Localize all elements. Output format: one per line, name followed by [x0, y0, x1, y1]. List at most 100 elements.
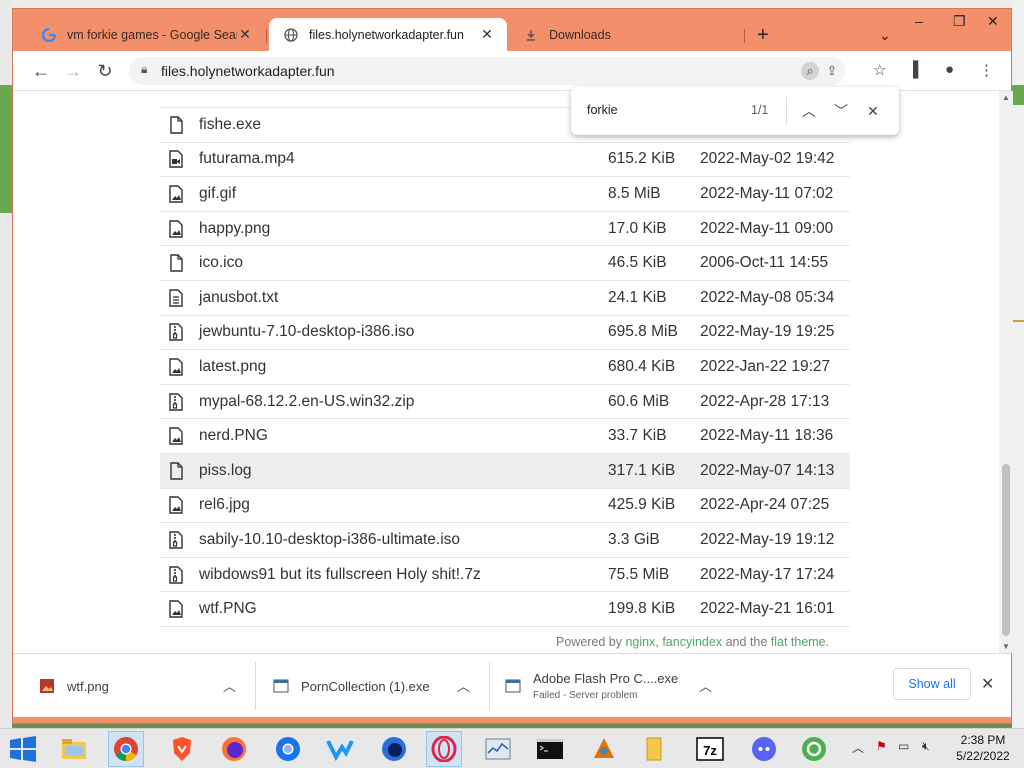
forward-arrow-icon[interactable]: → — [61, 59, 85, 83]
file-name-link[interactable]: fishe.exe — [199, 116, 608, 134]
file-row[interactable]: sabily-10.10-desktop-i386-ultimate.iso 3.… — [160, 523, 850, 558]
file-name-link[interactable]: rel6.jpg — [199, 496, 608, 514]
chevron-up-icon[interactable]: ︿ — [223, 676, 236, 695]
profile-avatar-icon[interactable]: ● — [945, 61, 954, 78]
7zip-icon[interactable]: 7z — [692, 731, 728, 767]
file-name-link[interactable]: wibdows91 but its fullscreen Holy shit!.… — [199, 566, 608, 584]
nginx-link[interactable]: nginx — [625, 635, 655, 649]
tab-google-search[interactable]: vm forkie games - Google Search ✕ — [27, 18, 265, 51]
file-name-link[interactable]: latest.png — [199, 358, 608, 376]
opera-icon[interactable] — [426, 731, 462, 767]
tab-search-chevron-icon[interactable]: ⌄ — [879, 27, 891, 44]
bittorrent-icon[interactable] — [796, 731, 832, 767]
file-name-link[interactable]: mypal-68.12.2.en-US.win32.zip — [199, 393, 608, 411]
network-icon[interactable]: ⚑ — [876, 739, 887, 753]
tab-strip: vm forkie games - Google Search ✕ files.… — [13, 9, 1011, 51]
close-download-shelf-icon[interactable]: ✕ — [981, 674, 994, 694]
share-icon[interactable]: ⇪ — [823, 62, 841, 80]
file-name-link[interactable]: piss.log — [199, 462, 608, 480]
file-name-link[interactable]: sabily-10.10-desktop-i386-ultimate.iso — [199, 531, 608, 549]
chrome-icon[interactable] — [108, 731, 144, 767]
discord-icon[interactable] — [746, 731, 782, 767]
show-all-button[interactable]: Show all — [893, 668, 971, 700]
app-icon[interactable] — [322, 731, 358, 767]
windows-start-icon[interactable] — [8, 735, 38, 763]
close-tab-icon[interactable]: ✕ — [479, 26, 495, 43]
menu-kebab-icon[interactable]: ⋮ — [979, 61, 994, 79]
battery-icon[interactable]: ▭ — [898, 739, 909, 753]
file-size: 317.1 KiB — [608, 461, 676, 479]
volume-muted-icon[interactable]: 🔇︎ — [922, 739, 930, 754]
address-bar[interactable]: 🔒︎ files.holynetworkadapter.fun ⌕ ⇪ — [129, 57, 845, 85]
find-input[interactable]: forkie — [587, 103, 618, 117]
taskbar-clock[interactable]: 2:38 PM 5/22/2022 — [948, 732, 1018, 764]
file-row[interactable]: janusbot.txt 24.1 KiB 2022-May-08 05:34 — [160, 281, 850, 316]
file-row[interactable]: mypal-68.12.2.en-US.win32.zip 60.6 MiB 202… — [160, 385, 850, 420]
file-row[interactable]: gif.gif 8.5 MiB 2022-May-11 07:02 — [160, 177, 850, 212]
file-row[interactable]: wibdows91 but its fullscreen Holy shit!.… — [160, 558, 850, 593]
find-in-page-icon[interactable]: ⌕ — [801, 62, 819, 80]
chevron-up-icon[interactable]: ︿ — [699, 676, 712, 695]
file-name-link[interactable]: jewbuntu-7.10-desktop-i386.iso — [199, 323, 608, 341]
minimize-button[interactable]: – — [915, 13, 923, 29]
firefox-nightly-icon[interactable] — [376, 731, 412, 767]
file-name-link[interactable]: futurama.mp4 — [199, 150, 608, 168]
file-row[interactable]: jewbuntu-7.10-desktop-i386.iso 695.8 MiB 2… — [160, 316, 850, 351]
file-name-link[interactable]: gif.gif — [199, 185, 608, 203]
tab-downloads[interactable]: Downloads — [509, 18, 747, 51]
scroll-up-arrow-icon[interactable]: ▲ — [1002, 93, 1010, 102]
close-tab-icon[interactable]: ✕ — [237, 26, 253, 43]
task-manager-icon[interactable] — [480, 731, 516, 767]
find-previous-chevron-up-icon[interactable]: ︿ — [797, 99, 821, 123]
download-item[interactable]: wtf.png ︿ — [39, 660, 239, 712]
bookmark-star-icon[interactable]: ☆ — [873, 61, 886, 79]
file-date: 2022-May-19 19:12 — [700, 530, 835, 548]
file-row[interactable]: happy.png 17.0 KiB 2022-May-11 09:00 — [160, 212, 850, 247]
file-row[interactable]: nerd.PNG 33.7 KiB 2022-May-11 18:36 — [160, 419, 850, 454]
download-item[interactable]: Adobe Flash Pro C....exe Failed - Server… — [505, 660, 715, 712]
cmd-icon[interactable] — [532, 731, 568, 767]
download-item[interactable]: PornCollection (1).exe ︿ — [273, 660, 473, 712]
scroll-down-arrow-icon[interactable]: ▼ — [1002, 642, 1010, 651]
file-row[interactable]: latest.png 680.4 KiB 2022-Jan-22 19:27 — [160, 350, 850, 385]
file-name-link[interactable]: wtf.PNG — [199, 600, 608, 618]
footer-text: and the — [722, 635, 771, 649]
brave-icon[interactable] — [164, 731, 200, 767]
file-row[interactable]: futurama.mp4 615.2 KiB 2022-May-02 19:42 — [160, 143, 850, 178]
chevron-up-icon[interactable]: ︿ — [457, 676, 470, 695]
file-row[interactable]: wtf.PNG 199.8 KiB 2022-May-21 16:01 — [160, 592, 850, 627]
chromium-icon[interactable] — [270, 731, 306, 767]
file-row[interactable]: rel6.jpg 425.9 KiB 2022-Apr-24 07:25 — [160, 489, 850, 524]
new-tab-button[interactable]: + — [757, 25, 769, 45]
file-size: 46.5 KiB — [608, 254, 667, 272]
page-scrollbar[interactable]: ▲ ▼ — [999, 91, 1013, 653]
flat-theme-link[interactable]: flat theme — [771, 635, 826, 649]
archive-file-icon — [167, 531, 185, 549]
file-name-link[interactable]: nerd.PNG — [199, 427, 608, 445]
file-date: 2022-May-11 09:00 — [700, 219, 834, 237]
restore-button[interactable]: ❐ — [953, 13, 966, 30]
scrollbar-thumb[interactable] — [1002, 464, 1010, 636]
java-icon[interactable] — [586, 731, 622, 767]
folder-icon[interactable] — [636, 731, 672, 767]
close-window-button[interactable]: ✕ — [987, 13, 999, 30]
reload-icon[interactable]: ↻ — [93, 59, 117, 83]
taskbar: 7z ︿ ⚑ ▭ 🔇︎ 2:38 PM 5/22/2022 — [0, 728, 1024, 768]
find-close-icon[interactable]: ✕ — [861, 99, 885, 123]
firefox-icon[interactable] — [216, 731, 252, 767]
file-row[interactable]: ico.ico 46.5 KiB 2006-Oct-11 14:55 — [160, 246, 850, 281]
find-next-chevron-down-icon[interactable]: ﹀ — [829, 99, 853, 123]
file-explorer-icon[interactable] — [56, 731, 92, 767]
lock-icon[interactable]: 🔒︎ — [141, 62, 147, 77]
side-panel-icon[interactable]: ▌ — [913, 61, 924, 78]
file-name-link[interactable]: ico.ico — [199, 254, 608, 272]
back-arrow-icon[interactable]: ← — [29, 59, 53, 83]
tab-files-site[interactable]: files.holynetworkadapter.fun ✕ — [269, 18, 507, 51]
file-name-link[interactable]: janusbot.txt — [199, 289, 608, 307]
file-row[interactable]: piss.log 317.1 KiB 2022-May-07 14:13 — [160, 453, 850, 489]
fancyindex-link[interactable]: fancyindex — [662, 635, 722, 649]
page-footer: Powered by nginx, fancyindex and the fla… — [556, 635, 829, 649]
file-name-link[interactable]: happy.png — [199, 220, 608, 238]
tab-separator — [744, 29, 745, 43]
show-hidden-icons-chevron-icon[interactable]: ︿ — [852, 739, 864, 756]
